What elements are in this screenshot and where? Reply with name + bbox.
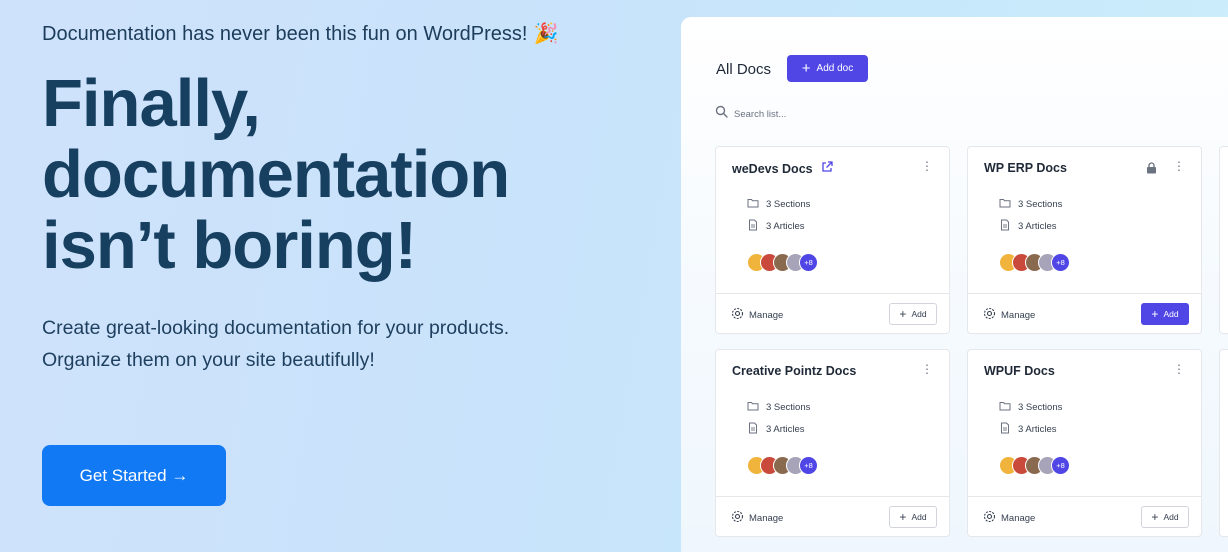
- folder-icon: [747, 401, 759, 414]
- plus-icon: +: [1151, 307, 1159, 321]
- document-icon: [747, 422, 759, 437]
- doc-card-partial: [1219, 146, 1228, 334]
- kebab-menu-icon[interactable]: ⋮: [1173, 160, 1185, 172]
- sections-count: 3 Sections: [999, 198, 1062, 211]
- articles-count: 3 Articles: [747, 219, 805, 234]
- manage-label: Manage: [749, 512, 784, 524]
- card-title-text: Creative Pointz Docs: [732, 364, 857, 378]
- search-bar: [715, 105, 894, 123]
- add-label: Add: [911, 309, 927, 319]
- more-contributors-badge: +8: [799, 253, 818, 272]
- sections-label: 3 Sections: [766, 402, 811, 413]
- gear-icon: [983, 510, 996, 526]
- add-label: Add: [911, 512, 927, 522]
- contributors-avatars: +8: [747, 253, 818, 272]
- folder-icon: [999, 198, 1011, 211]
- sections-label: 3 Sections: [1018, 199, 1063, 210]
- lock-icon: [1146, 161, 1157, 179]
- search-input[interactable]: [734, 108, 894, 120]
- sections-count: 3 Sections: [747, 198, 810, 211]
- kebab-menu-icon[interactable]: ⋮: [921, 363, 933, 375]
- kebab-menu-icon[interactable]: ⋮: [921, 160, 933, 172]
- tagline: Documentation has never been this fun on…: [42, 21, 558, 46]
- more-contributors-badge: +8: [1051, 253, 1070, 272]
- articles-label: 3 Articles: [1018, 424, 1057, 435]
- sections-count: 3 Sections: [747, 401, 810, 414]
- doc-card-partial: [1219, 349, 1228, 537]
- plus-icon: +: [899, 510, 907, 524]
- manage-link[interactable]: Manage: [731, 307, 783, 323]
- document-icon: [747, 219, 759, 234]
- manage-link[interactable]: Manage: [983, 307, 1035, 323]
- manage-label: Manage: [749, 309, 784, 321]
- document-icon: [999, 219, 1011, 234]
- add-article-button[interactable]: + Add: [1141, 303, 1189, 325]
- document-icon: [999, 422, 1011, 437]
- articles-label: 3 Articles: [766, 424, 805, 435]
- hero-line-3: isn’t boring!: [42, 208, 417, 283]
- hero-line-2: documentation: [42, 137, 510, 212]
- add-label: Add: [1163, 309, 1179, 319]
- add-article-button[interactable]: + Add: [1141, 506, 1189, 528]
- add-label: Add: [1163, 512, 1179, 522]
- sections-label: 3 Sections: [1018, 402, 1063, 413]
- card-divider: [716, 293, 949, 294]
- plus-icon: +: [801, 60, 811, 77]
- card-title[interactable]: Creative Pointz Docs: [732, 364, 856, 378]
- gear-icon: [983, 307, 996, 323]
- add-doc-button[interactable]: + Add doc: [787, 55, 868, 82]
- articles-count: 3 Articles: [999, 219, 1057, 234]
- sections-count: 3 Sections: [999, 401, 1062, 414]
- doc-card: Creative Pointz Docs ⋮ 3 Sections 3 Arti…: [715, 349, 950, 537]
- gear-icon: [731, 510, 744, 526]
- card-divider: [716, 496, 949, 497]
- kebab-menu-icon[interactable]: ⋮: [1173, 363, 1185, 375]
- articles-count: 3 Articles: [747, 422, 805, 437]
- folder-icon: [747, 198, 759, 211]
- party-popper-icon: 🎉: [533, 23, 559, 45]
- more-contributors-badge: +8: [1051, 456, 1070, 475]
- hero-subtitle: Create great-looking documentation for y…: [42, 317, 510, 371]
- gear-icon: [731, 307, 744, 323]
- card-title-text: WPUF Docs: [984, 364, 1055, 378]
- card-divider: [968, 293, 1201, 294]
- contributors-avatars: +8: [999, 456, 1070, 475]
- articles-label: 3 Articles: [766, 221, 805, 232]
- articles-count: 3 Articles: [999, 422, 1057, 437]
- card-title-text: weDevs Docs: [732, 161, 813, 176]
- add-doc-label: Add doc: [816, 63, 854, 74]
- doc-card: weDevs Docs ⋮ 3 Sections 3 Articles +8 M…: [715, 146, 950, 334]
- hero-headline: Finally, documentation isn’t boring!: [42, 66, 510, 283]
- manage-label: Manage: [1001, 309, 1036, 321]
- tagline-text: Documentation has never been this fun on…: [42, 23, 528, 45]
- manage-label: Manage: [1001, 512, 1036, 524]
- search-icon: [715, 105, 728, 123]
- add-article-button[interactable]: + Add: [889, 506, 937, 528]
- contributors-avatars: +8: [999, 253, 1070, 272]
- card-title[interactable]: WPUF Docs: [984, 364, 1055, 378]
- docs-panel: All Docs + Add doc weDevs Docs ⋮ 3 Secti…: [681, 17, 1228, 552]
- hero-line-1: Finally,: [42, 66, 261, 141]
- doc-card: WPUF Docs ⋮ 3 Sections 3 Articles +8 Man…: [967, 349, 1202, 537]
- plus-icon: +: [899, 307, 907, 321]
- folder-icon: [999, 401, 1011, 414]
- panel-title: All Docs: [716, 61, 772, 78]
- contributors-avatars: +8: [747, 456, 818, 475]
- card-title[interactable]: weDevs Docs: [732, 161, 833, 176]
- get-started-button[interactable]: Get Started →: [42, 445, 226, 506]
- articles-label: 3 Articles: [1018, 221, 1057, 232]
- add-article-button[interactable]: + Add: [889, 303, 937, 325]
- card-title-text: WP ERP Docs: [984, 161, 1067, 175]
- manage-link[interactable]: Manage: [731, 510, 783, 526]
- plus-icon: +: [1151, 510, 1159, 524]
- manage-link[interactable]: Manage: [983, 510, 1035, 526]
- more-contributors-badge: +8: [799, 456, 818, 475]
- external-link-icon[interactable]: [821, 161, 833, 176]
- card-title[interactable]: WP ERP Docs: [984, 161, 1067, 175]
- card-divider: [968, 496, 1201, 497]
- sections-label: 3 Sections: [766, 199, 811, 210]
- doc-card: WP ERP Docs ⋮ 3 Sections 3 Articles +8 M…: [967, 146, 1202, 334]
